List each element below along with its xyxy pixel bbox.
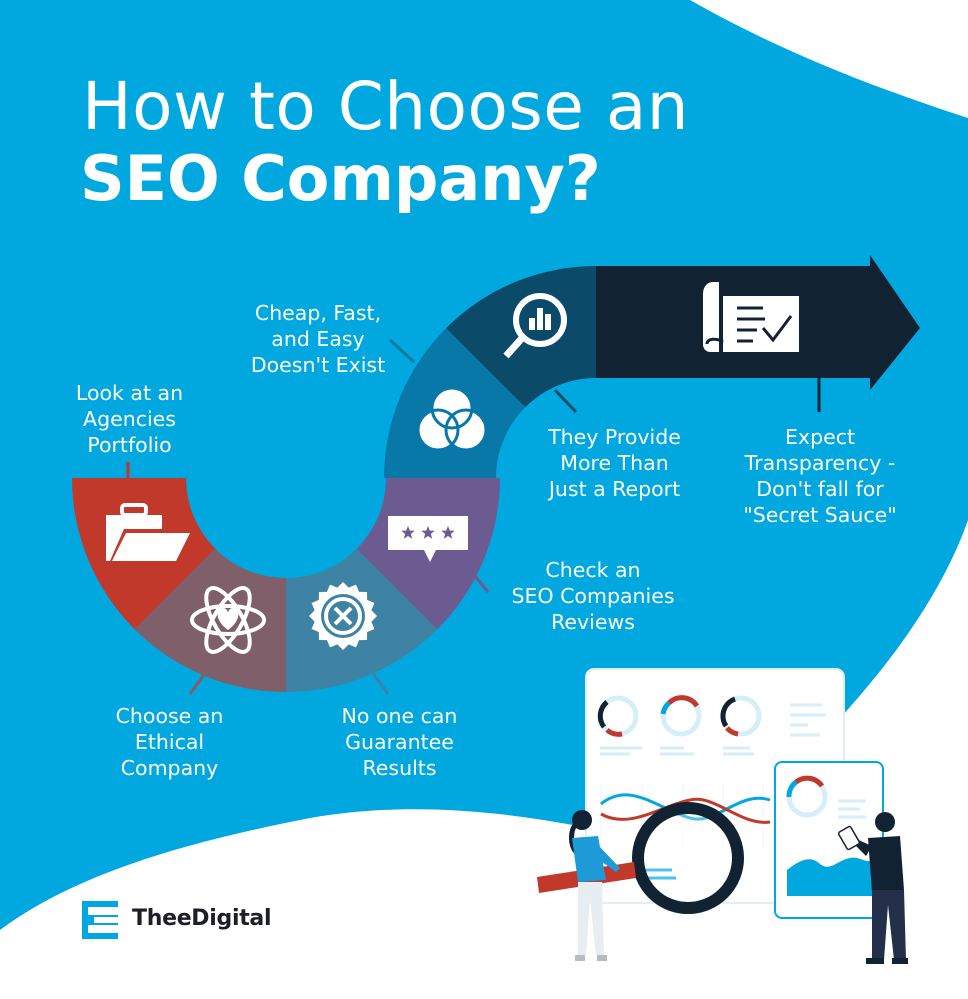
step-label-reviews: Check an SEO Companies Reviews bbox=[498, 557, 688, 635]
label-line: Portfolio bbox=[87, 433, 172, 457]
label-line: More Than bbox=[560, 451, 669, 475]
analytics-illustration bbox=[537, 668, 908, 964]
label-line: They Provide bbox=[548, 425, 681, 449]
step-label-portfolio: Look at an Agencies Portfolio bbox=[62, 380, 197, 458]
label-line: Look at an bbox=[75, 381, 184, 405]
label-line: Transparency - bbox=[744, 451, 896, 475]
step-label-report: They Provide More Than Just a Report bbox=[532, 424, 697, 502]
label-line: Choose an bbox=[115, 704, 224, 728]
connector-guarantee bbox=[370, 671, 390, 695]
badge-x-icon bbox=[309, 582, 377, 650]
label-line: Check an bbox=[545, 558, 641, 582]
label-line: "Secret Sauce" bbox=[743, 503, 897, 527]
label-line: Agencies bbox=[83, 407, 176, 431]
label-line: Just a Report bbox=[548, 477, 681, 501]
step-label-cheap: Cheap, Fast, and Easy Doesn't Exist bbox=[238, 300, 398, 378]
magnifying-glass bbox=[632, 802, 744, 914]
label-line: Doesn't Exist bbox=[250, 353, 386, 377]
label-line: Reviews bbox=[551, 610, 635, 634]
connector-report bbox=[553, 388, 578, 414]
label-line: Guarantee bbox=[345, 730, 454, 754]
label-line: Cheap, Fast, bbox=[254, 301, 382, 325]
label-line: SEO Companies bbox=[511, 584, 675, 608]
label-line: Company bbox=[120, 756, 219, 780]
label-line: No one can bbox=[341, 704, 458, 728]
step-label-ethical: Choose an Ethical Company bbox=[97, 703, 242, 781]
connector-ethical bbox=[188, 671, 208, 695]
step-label-transparency: Expect Transparency - Don't fall for "Se… bbox=[735, 424, 905, 528]
label-line: Results bbox=[362, 756, 437, 780]
label-line: and Easy bbox=[271, 327, 365, 351]
e-logo-icon bbox=[82, 901, 118, 939]
brand-name: TheeDigital bbox=[132, 906, 272, 931]
label-line: Don't fall for bbox=[756, 477, 884, 501]
label-line: Expect bbox=[784, 425, 856, 449]
step-label-guarantee: No one can Guarantee Results bbox=[322, 703, 477, 781]
brand-logo: TheeDigital bbox=[126, 906, 272, 931]
label-line: Ethical bbox=[134, 730, 205, 754]
